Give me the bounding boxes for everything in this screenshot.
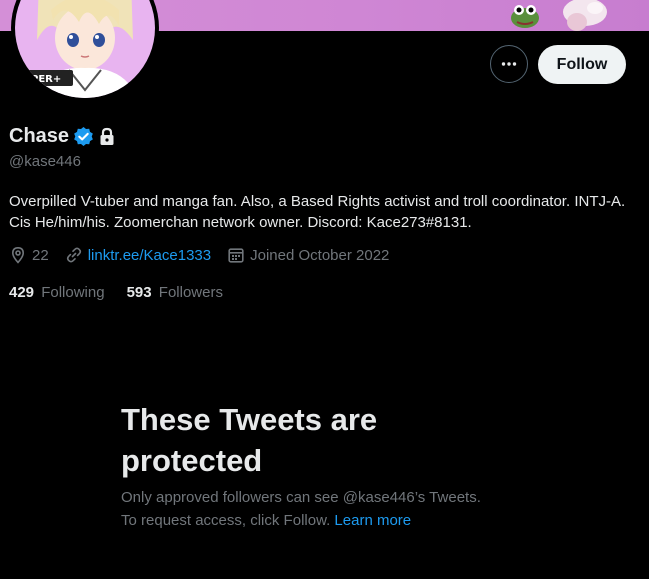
lock-icon bbox=[100, 127, 114, 145]
following-count: 429 bbox=[9, 284, 35, 301]
more-options-button[interactable] bbox=[490, 45, 528, 83]
more-horizontal-icon bbox=[501, 62, 517, 66]
protected-line-2: To request access, click Follow. bbox=[121, 512, 331, 529]
verified-badge-icon[interactable] bbox=[73, 126, 94, 147]
followers-count: 593 bbox=[126, 284, 152, 301]
location-item: 22 bbox=[9, 246, 49, 264]
location-text: 22 bbox=[32, 246, 49, 264]
followers-label: Followers bbox=[158, 284, 223, 301]
follow-counts: 429 Following 593 Followers bbox=[9, 284, 245, 301]
avatar[interactable]: PER+ bbox=[9, 0, 161, 104]
followers-link[interactable]: 593 Followers bbox=[127, 284, 223, 301]
protected-line-2-row: To request access, click Follow. Learn m… bbox=[121, 509, 541, 532]
protected-description: Only approved followers can see @kase446… bbox=[121, 486, 541, 532]
banner-frog-art bbox=[511, 5, 539, 28]
profile-meta-row: 22 linktr.ee/Kace1333 Joined October 202… bbox=[9, 246, 405, 264]
website-link[interactable]: linktr.ee/Kace1333 bbox=[88, 247, 211, 264]
display-name: Chase bbox=[9, 125, 70, 147]
profile-handle: @kase446 bbox=[9, 153, 81, 170]
website-item: linktr.ee/Kace1333 bbox=[65, 246, 211, 264]
following-link[interactable]: 429 Following bbox=[9, 284, 105, 301]
learn-more-link[interactable]: Learn more bbox=[334, 512, 411, 529]
follow-button[interactable]: Follow bbox=[538, 45, 626, 84]
profile-name-row: Chase bbox=[9, 125, 116, 148]
profile-bio: Overpilled V-tuber and manga fan. Also, … bbox=[9, 193, 626, 231]
joined-item: Joined October 2022 bbox=[227, 246, 389, 264]
banner-figure-art bbox=[563, 0, 607, 31]
protected-line-1: Only approved followers can see @kase446… bbox=[121, 489, 481, 506]
link-icon bbox=[66, 247, 81, 263]
location-pin-icon bbox=[11, 246, 25, 264]
protected-title: These Tweets are protected bbox=[121, 402, 378, 478]
calendar-icon bbox=[228, 248, 244, 263]
joined-text: Joined October 2022 bbox=[250, 246, 390, 264]
following-label: Following bbox=[41, 284, 105, 301]
